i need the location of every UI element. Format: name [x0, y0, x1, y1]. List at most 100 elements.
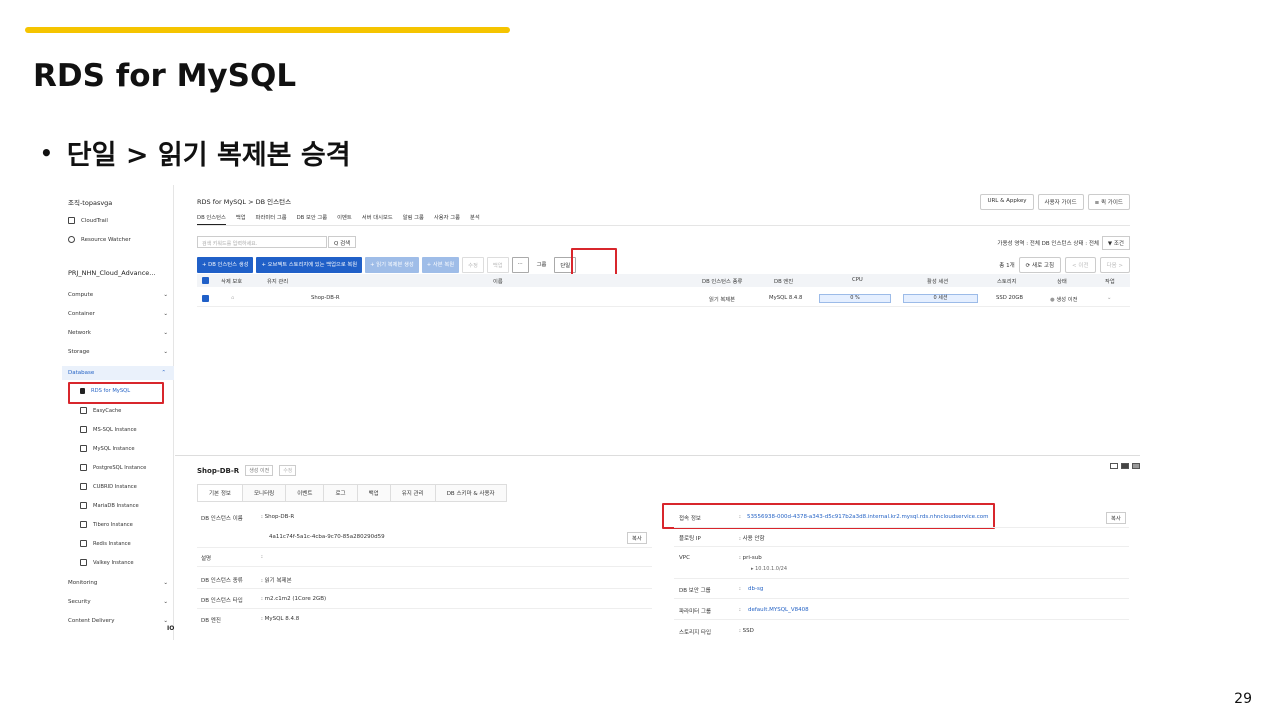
restore-from-object-storage-button[interactable]: + 오브젝트 스토리지에 있는 백업으로 복원 [256, 257, 363, 273]
search-input[interactable]: 검색 키워드를 입력하세요. [197, 236, 327, 248]
modify-button[interactable]: 수정 [462, 257, 484, 273]
project-name[interactable]: PRJ_NHN_Cloud_Advance... [68, 269, 155, 277]
copy-id-button[interactable]: 복사 [627, 532, 647, 544]
sidebar-category-network[interactable]: Network ⌄ [68, 330, 168, 336]
title-accent-bar [25, 27, 510, 33]
more-button[interactable]: ··· [511, 257, 529, 273]
edit-badge[interactable]: 수정 [279, 465, 297, 476]
sidebar-item-tibero[interactable]: Tibero Instance [80, 521, 133, 528]
tab-backup[interactable]: 백업 [236, 213, 246, 225]
tab-maintenance[interactable]: 유지 관리 [390, 484, 436, 502]
col-cpu[interactable]: CPU [852, 277, 863, 283]
row-divider [674, 578, 1129, 579]
value-description: : [261, 554, 263, 560]
value-security-group[interactable]: db-sg [748, 586, 763, 592]
prev-page-button[interactable]: < 이전 [1065, 257, 1096, 273]
row-action-chevron-icon[interactable]: ⌄ [1107, 295, 1111, 301]
tab-backup-detail[interactable]: 백업 [357, 484, 391, 502]
create-read-replica-button[interactable]: + 읽기 복제본 생성 [365, 257, 419, 273]
sidebar-category-security[interactable]: Security ⌄ [68, 599, 168, 605]
chevron-up-icon: ⌃ [161, 370, 166, 376]
layout-full-icon[interactable] [1132, 463, 1140, 469]
create-instance-button[interactable]: + DB 인스턴스 생성 [197, 257, 254, 273]
sidebar-category-database[interactable]: Database ⌃ [62, 366, 174, 380]
label-security-group: DB 보안 그룹 [679, 588, 711, 594]
col-engine[interactable]: DB 엔진 [774, 277, 793, 285]
row-name[interactable]: Shop-DB-R [311, 295, 340, 301]
sidebar-item-redis[interactable]: Redis Instance [80, 540, 131, 547]
sidebar-item-cubrid[interactable]: CUBRID Instance [80, 483, 137, 490]
sidebar-item-mysql-instance[interactable]: MySQL Instance [80, 445, 135, 452]
copy-restore-button[interactable]: + 사본 복원 [421, 257, 460, 273]
sidebar-category-container[interactable]: Container ⌄ [68, 311, 168, 317]
filter-button[interactable]: ▼ 조건 [1101, 236, 1130, 250]
sidebar-category-compute[interactable]: Compute ⌄ [68, 292, 168, 298]
sidebar-category-content-delivery[interactable]: Content Delivery ⌄ [68, 618, 168, 624]
tab-db-instance[interactable]: DB 인스턴스 [197, 213, 226, 225]
col-sessions[interactable]: 활성 세션 [927, 277, 948, 285]
col-status[interactable]: 상태 [1057, 277, 1067, 285]
sidebar-item-easycache[interactable]: EasyCache [80, 407, 121, 414]
refresh-button[interactable]: ⟳ 새로 고침 [1018, 257, 1062, 273]
bullet-dot: • [40, 140, 53, 165]
chevron-down-icon: ⌄ [163, 311, 168, 317]
tab-db-security-group[interactable]: DB 보안 그룹 [297, 213, 328, 225]
tab-events[interactable]: 이벤트 [286, 484, 325, 502]
layout-split-icon[interactable] [1110, 463, 1118, 469]
detail-divider [175, 455, 1140, 456]
url-appkey-button[interactable]: URL & Appkey [980, 194, 1034, 210]
row-checkbox[interactable] [202, 295, 209, 302]
tab-server-dashboard[interactable]: 서버 대시보드 [362, 213, 393, 225]
copy-endpoint-button[interactable]: 복사 [1106, 512, 1126, 524]
tab-schema-users[interactable]: DB 스키마 & 사용자 [435, 484, 507, 502]
sidebar-item-postgresql[interactable]: PostgreSQL Instance [80, 464, 146, 471]
search-button[interactable]: Q 검색 [328, 236, 357, 248]
row-divider [197, 566, 652, 567]
tab-analysis[interactable]: 분석 [470, 213, 480, 225]
sidebar-item-mariadb[interactable]: MariaDB Instance [80, 502, 139, 509]
value-vpc: : pri-sub [739, 555, 762, 561]
quick-guide-button[interactable]: ≡ 퀵 가이드 [1087, 194, 1130, 210]
value-vpc-cidr: ▸ 10.10.1.0/24 [751, 566, 788, 572]
tab-event[interactable]: 이벤트 [337, 213, 352, 225]
table-row[interactable]: ⌂ Shop-DB-R 읽기 복제본 MySQL 8.4.8 0 % 0 세션 … [197, 292, 1130, 307]
col-delete-protection[interactable]: 삭제 보호 [221, 277, 242, 285]
sidebar: 조직-topasvga CloudTrail Resource Watcher … [62, 185, 174, 640]
col-storage[interactable]: 스토리지 [997, 277, 1017, 285]
io-badge[interactable]: IO [167, 625, 174, 632]
highlight-box-endpoint [662, 503, 995, 529]
bullet-text: 단일 > 읽기 복제본 승격 [66, 140, 351, 171]
tab-parameter-group[interactable]: 파라미터 그룹 [256, 213, 287, 225]
cubrid-icon [80, 483, 87, 490]
group-view-button[interactable]: 그룹 [532, 257, 552, 273]
sidebar-category-monitoring[interactable]: Monitoring ⌄ [68, 580, 168, 586]
select-all-checkbox[interactable] [202, 277, 209, 284]
tab-user-group[interactable]: 사용자 그룹 [434, 213, 460, 225]
row-type: 읽기 복제본 [709, 297, 736, 303]
tab-notification-group[interactable]: 알림 그룹 [403, 213, 424, 225]
filter-summary: 가용성 영역 : 전체 DB 인스턴스 상태 : 전체 [997, 241, 1099, 247]
value-instance-name: : Shop-DB-R [261, 514, 295, 520]
backup-button[interactable]: 백업 [486, 257, 509, 273]
col-actions[interactable]: 작업 [1105, 277, 1115, 285]
next-page-button[interactable]: 다음 > [1099, 257, 1130, 273]
sidebar-item-valkey[interactable]: Valkey Instance [80, 559, 134, 566]
value-instance-type: : m2.c1m2 (1Core 2GB) [261, 596, 327, 602]
tab-monitoring[interactable]: 모니터링 [243, 484, 287, 502]
col-name[interactable]: 이름 [493, 277, 503, 285]
tab-divider [197, 225, 1130, 226]
sidebar-category-storage[interactable]: Storage ⌄ [68, 349, 168, 355]
delete-protection-icon: ⌂ [231, 295, 235, 301]
tab-logs[interactable]: 로그 [324, 484, 358, 502]
col-maintenance[interactable]: 유지 관리 [267, 277, 288, 285]
value-parameter-group[interactable]: default.MYSQL_V8408 [748, 607, 809, 613]
user-guide-button[interactable]: 사용자 가이드 [1037, 194, 1084, 210]
col-instance-type[interactable]: DB 인스턴스 종류 [702, 277, 742, 285]
org-name[interactable]: 조직-topasvga [68, 197, 112, 207]
layout-bottom-icon[interactable] [1121, 463, 1129, 469]
row-divider [197, 547, 652, 548]
sidebar-item-cloudtrail[interactable]: CloudTrail [68, 217, 108, 224]
sidebar-item-mssql[interactable]: MS-SQL Instance [80, 426, 137, 433]
sidebar-item-resource-watcher[interactable]: Resource Watcher [68, 236, 131, 243]
tab-basic-info[interactable]: 기본 정보 [197, 484, 243, 502]
